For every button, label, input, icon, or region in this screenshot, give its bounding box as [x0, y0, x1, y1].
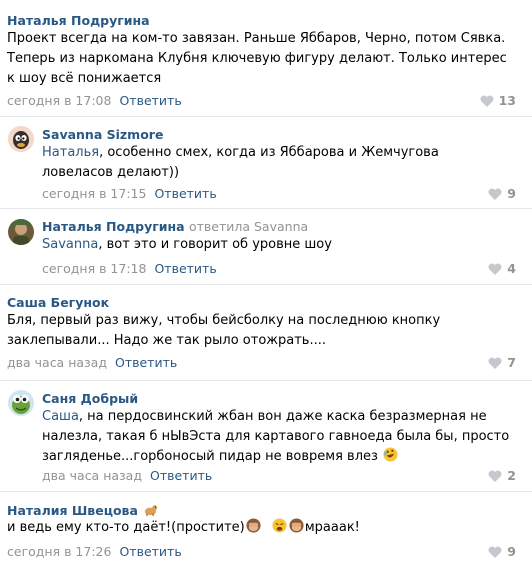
- comment-author-link[interactable]: Саня Добрый: [42, 391, 138, 406]
- tired-face-emoji-icon: [272, 518, 287, 533]
- comment-time[interactable]: два часа назад: [7, 355, 107, 370]
- avatar-image-icon: [8, 219, 34, 245]
- comment-text: Savanna, вот это и говорит об уровне шоу: [42, 237, 332, 252]
- comment-meta: два часа назад Ответить: [42, 468, 212, 483]
- like-button[interactable]: 9: [488, 544, 516, 559]
- reply-button[interactable]: Ответить: [154, 261, 216, 276]
- comment-text: Бля, первый раз вижу, чтобы бейсболку на…: [7, 313, 441, 348]
- heart-icon: [488, 188, 502, 200]
- heart-icon: [480, 95, 494, 107]
- reply-button[interactable]: Ответить: [119, 93, 181, 108]
- comment-meta: сегодня в 17:26 Ответить: [7, 544, 182, 559]
- heart-icon: [488, 470, 502, 482]
- see-no-evil-monkey-emoji-icon: [289, 518, 304, 533]
- heart-icon: [488, 263, 502, 275]
- comment-author-link[interactable]: Саша Бегунок: [7, 295, 109, 310]
- like-button[interactable]: 13: [480, 93, 516, 108]
- reply-button[interactable]: Ответить: [154, 186, 216, 201]
- like-count: 9: [507, 544, 516, 559]
- comment-meta: сегодня в 17:18 Ответить: [42, 261, 217, 276]
- comment-author-link[interactable]: Наталья Подругина ответила Savanna: [42, 219, 308, 234]
- mention-link[interactable]: Наталья: [42, 145, 99, 160]
- comment-text: и ведь ему кто-то даёт!(простите) мрааак…: [7, 518, 360, 535]
- like-count: 7: [507, 355, 516, 370]
- avatar-image-icon: [8, 390, 34, 416]
- comment-item: Наталья Подругина ответила Savanna Savan…: [0, 209, 532, 285]
- comment-text: Саша, на пердосвинский жбан вон даже кас…: [42, 409, 510, 464]
- avatar-image-icon: [8, 126, 34, 152]
- reply-button[interactable]: Ответить: [119, 544, 181, 559]
- mention-link[interactable]: Savanna: [42, 237, 98, 252]
- comment-meta: сегодня в 17:15 Ответить: [42, 186, 217, 201]
- comment-item: Саня Добрый Саша, на пердосвинский жбан …: [0, 381, 532, 492]
- comment-text: Проект всегда на ком-то завязан. Раньше …: [7, 31, 507, 86]
- comment-meta: сегодня в 17:08 Ответить: [7, 93, 182, 108]
- like-count: 9: [507, 186, 516, 201]
- dog-emoji-icon: [145, 505, 158, 517]
- like-button[interactable]: 2: [488, 468, 516, 483]
- replied-to-label[interactable]: ответила Savanna: [189, 219, 308, 234]
- comment-time[interactable]: сегодня в 17:26: [7, 544, 111, 559]
- comment-time[interactable]: сегодня в 17:15: [42, 186, 146, 201]
- comment-author-link[interactable]: Наталья Подругина: [7, 13, 150, 28]
- see-no-evil-monkey-emoji-icon: [246, 518, 261, 533]
- avatar[interactable]: [8, 126, 34, 152]
- like-button[interactable]: 7: [488, 355, 516, 370]
- comment-item: Наталия Швецова и ведь ему кто-то даёт!(…: [0, 492, 532, 571]
- heart-icon: [488, 546, 502, 558]
- rolling-laughing-emoji-icon: [383, 447, 398, 462]
- avatar[interactable]: [8, 219, 34, 245]
- comment-item: Savanna Sizmore Наталья, особенно смех, …: [0, 117, 532, 209]
- comment-item: Наталья Подругина Проект всегда на ком-т…: [0, 0, 532, 117]
- comment-author-link[interactable]: Наталия Швецова: [7, 502, 159, 518]
- comment-text: Наталья, особенно смех, когда из Яббаров…: [42, 145, 439, 180]
- like-count: 13: [498, 93, 516, 108]
- comments-feed: Наталья Подругина Проект всегда на ком-т…: [0, 0, 532, 571]
- comment-time[interactable]: сегодня в 17:08: [7, 93, 111, 108]
- mention-link[interactable]: Саша: [42, 409, 79, 424]
- comment-time[interactable]: два часа назад: [42, 468, 142, 483]
- reply-button[interactable]: Ответить: [150, 468, 212, 483]
- heart-icon: [488, 357, 502, 369]
- like-button[interactable]: 4: [488, 261, 516, 276]
- comment-meta: два часа назад Ответить: [7, 355, 177, 370]
- reply-button[interactable]: Ответить: [115, 355, 177, 370]
- comment-time[interactable]: сегодня в 17:18: [42, 261, 146, 276]
- comment-item: Саша Бегунок Бля, первый раз вижу, чтобы…: [0, 285, 532, 381]
- like-button[interactable]: 9: [488, 186, 516, 201]
- avatar[interactable]: [8, 390, 34, 416]
- comment-author-link[interactable]: Savanna Sizmore: [42, 127, 163, 142]
- like-count: 2: [507, 468, 516, 483]
- like-count: 4: [507, 261, 516, 276]
